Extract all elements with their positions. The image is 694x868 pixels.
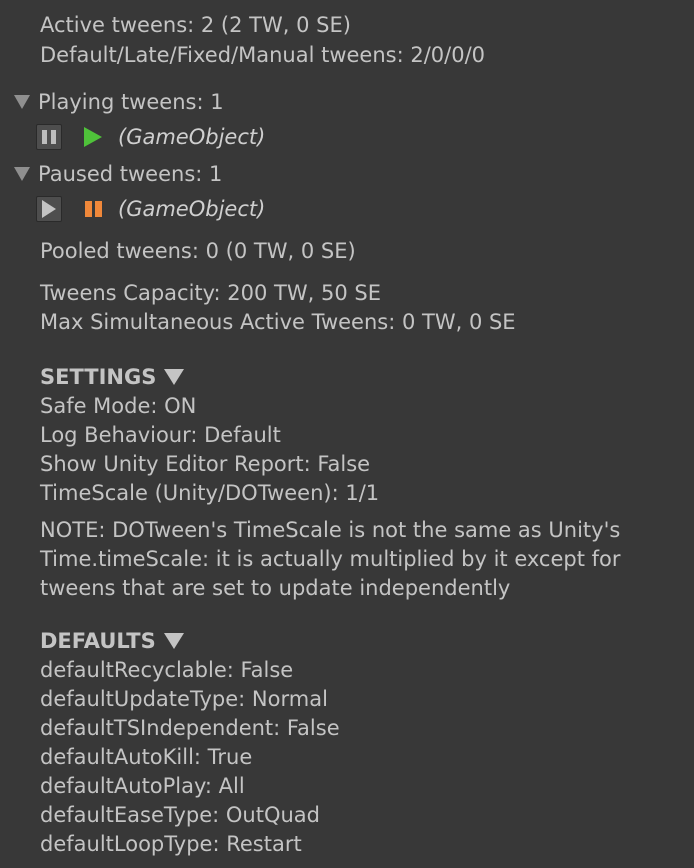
pause-status-icon xyxy=(80,196,106,222)
playing-tweens-foldout[interactable]: Playing tweens: 1 xyxy=(14,89,224,115)
default-ts-independent-text: defaultTSIndependent: False xyxy=(40,716,340,740)
default-auto-play-text: defaultAutoPlay: All xyxy=(40,774,245,798)
log-behaviour-text: Log Behaviour: Default xyxy=(40,423,281,447)
play-icon xyxy=(42,200,56,218)
defaults-title: DEFAULTS xyxy=(40,629,156,653)
pooled-tweens-text: Pooled tweens: 0 (0 TW, 0 SE) xyxy=(40,239,356,263)
pause-icon xyxy=(42,130,56,144)
default-ease-type-text: defaultEaseType: OutQuad xyxy=(40,803,320,827)
tweens-capacity-text: Tweens Capacity: 200 TW, 50 SE xyxy=(40,281,381,305)
tween-target-label: (GameObject) xyxy=(118,197,266,221)
tween-target-label: (GameObject) xyxy=(118,125,266,149)
note-line-1: NOTE: DOTween's TimeScale is not the sam… xyxy=(40,518,621,542)
update-type-counts-text: Default/Late/Fixed/Manual tweens: 2/0/0/… xyxy=(40,43,485,67)
playing-tween-row: (GameObject) xyxy=(36,122,265,152)
chevron-down-icon xyxy=(14,95,30,109)
pause-button[interactable] xyxy=(36,124,62,150)
safe-mode-text: Safe Mode: ON xyxy=(40,394,197,418)
active-tweens-text: Active tweens: 2 (2 TW, 0 SE) xyxy=(40,13,351,37)
chevron-down-icon xyxy=(14,167,30,181)
default-loop-type-text: defaultLoopType: Restart xyxy=(40,832,302,856)
paused-tweens-header: Paused tweens: 1 xyxy=(38,162,223,186)
default-update-type-text: defaultUpdateType: Normal xyxy=(40,687,328,711)
max-active-tweens-text: Max Simultaneous Active Tweens: 0 TW, 0 … xyxy=(40,310,516,334)
settings-title: SETTINGS xyxy=(40,365,157,389)
settings-section-header[interactable]: SETTINGS xyxy=(40,364,185,390)
timescale-text: TimeScale (Unity/DOTween): 1/1 xyxy=(40,481,380,505)
chevron-down-icon xyxy=(163,633,184,649)
note-line-2: Time.timeScale: it is actually multiplie… xyxy=(40,547,621,571)
play-button[interactable] xyxy=(36,196,62,222)
default-recyclable-text: defaultRecyclable: False xyxy=(40,658,294,682)
editor-report-text: Show Unity Editor Report: False xyxy=(40,452,371,476)
paused-tweens-foldout[interactable]: Paused tweens: 1 xyxy=(14,161,222,187)
defaults-section-header[interactable]: DEFAULTS xyxy=(40,628,184,654)
note-line-3: tweens that are set to update independen… xyxy=(40,576,511,600)
default-auto-kill-text: defaultAutoKill: True xyxy=(40,745,253,769)
play-status-icon xyxy=(80,124,106,150)
paused-tween-row: (GameObject) xyxy=(36,194,265,224)
playing-tweens-header: Playing tweens: 1 xyxy=(38,90,224,114)
chevron-down-icon xyxy=(164,369,185,385)
